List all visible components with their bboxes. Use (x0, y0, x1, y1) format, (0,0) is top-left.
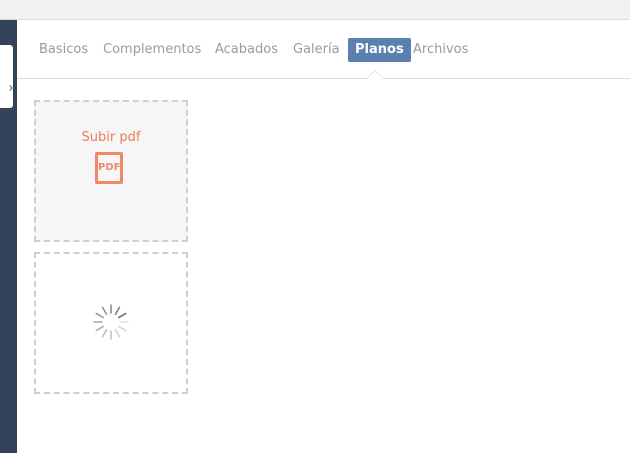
spinner-spoke (101, 306, 108, 316)
sidebar-toggle-tab[interactable] (0, 45, 13, 108)
spinner-spoke (95, 325, 105, 332)
tab-complementos[interactable]: Complementos (103, 38, 201, 62)
spinner-spoke (114, 306, 121, 316)
spinner-spoke (117, 325, 127, 332)
sidebar (0, 20, 17, 453)
spinner-spoke (114, 328, 121, 338)
spinner-spoke (117, 312, 127, 319)
tab-basicos[interactable]: Basicos (39, 38, 88, 62)
tab-acabados[interactable]: Acabados (215, 38, 278, 62)
tab-bar: Basicos Complementos Acabados Galería Pl… (17, 20, 630, 79)
active-tab-caret-fill (367, 71, 383, 79)
spinner-icon (93, 304, 129, 340)
top-bar (0, 0, 630, 20)
spinner-spoke (95, 312, 105, 319)
pdf-icon: PDF (95, 152, 123, 184)
spinner-spoke (101, 328, 108, 338)
loading-slot (34, 252, 188, 394)
tab-archivos[interactable]: Archivos (413, 38, 468, 62)
upload-pdf-dropzone[interactable]: Subir pdf PDF (34, 100, 188, 242)
chevron-right-icon (7, 85, 13, 91)
tab-galeria[interactable]: Galería (293, 38, 340, 62)
tab-planos[interactable]: Planos (348, 38, 411, 62)
upload-pdf-label: Subir pdf (81, 130, 141, 145)
